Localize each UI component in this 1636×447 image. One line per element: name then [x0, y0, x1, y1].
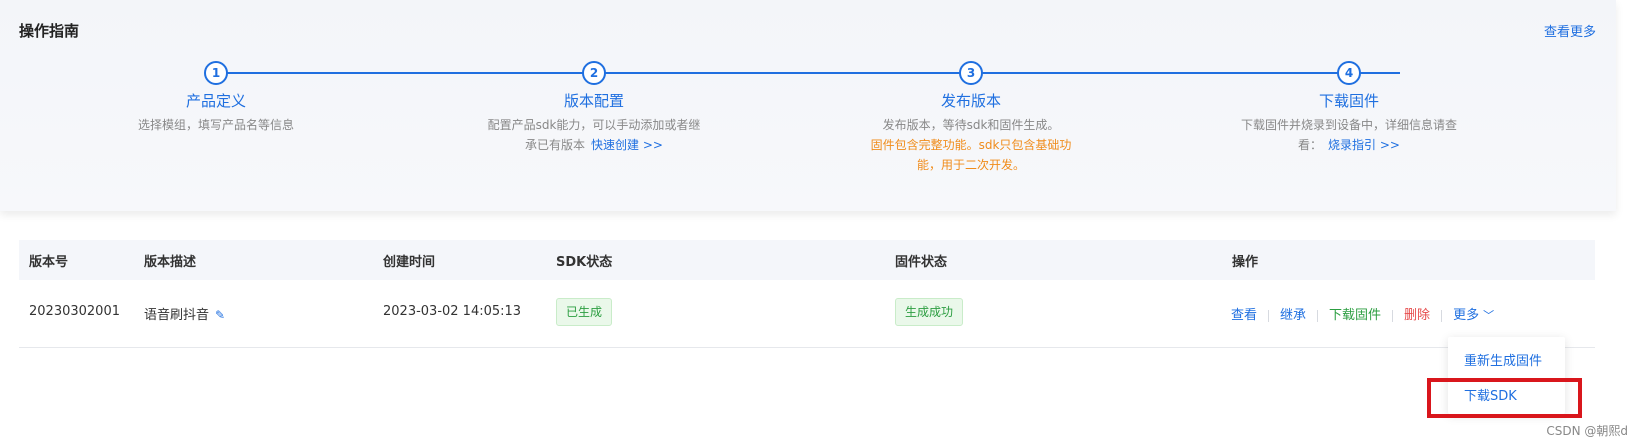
description-text: 语音刷抖音	[144, 308, 210, 323]
column-header: 创建时间	[383, 255, 436, 270]
step-number: 2	[582, 61, 606, 85]
step-note: 能，用于二次开发。	[916, 158, 1025, 172]
step-title: 发布版本	[940, 92, 1001, 110]
download-firmware-button[interactable]: 下载固件	[1329, 308, 1381, 323]
row-actions: 查看 继承 下载固件 删除 更多 ﹀	[1231, 304, 1494, 323]
quick-create-link[interactable]: 快速创建 >>	[591, 138, 663, 152]
table-header: 版本号 版本描述 创建时间 SDK状态 固件状态 操作	[19, 240, 1595, 280]
step-desc-line: 看： 烧录指引 >>	[1199, 135, 1499, 155]
column-header: 版本描述	[144, 255, 197, 270]
step-desc: 发布版本，等待sdk和固件生成。	[882, 118, 1060, 132]
step-number: 4	[1337, 61, 1361, 85]
edit-icon[interactable]: ✎	[215, 308, 225, 322]
view-button[interactable]: 查看	[1231, 308, 1257, 323]
divider	[1441, 309, 1443, 322]
regenerate-firmware-item[interactable]: 重新生成固件	[1464, 350, 1542, 369]
step-title: 版本配置	[563, 92, 624, 110]
step-desc: 配置产品sdk能力，可以手动添加或者继 承已有版本 快速创建 >>	[444, 115, 744, 155]
view-more-link[interactable]: 查看更多	[1544, 21, 1596, 40]
created-time-cell: 2023-03-02 14:05:13	[383, 304, 522, 319]
version-cell: 20230302001	[29, 304, 120, 319]
step-number: 3	[959, 61, 983, 85]
delete-button[interactable]: 删除	[1404, 308, 1430, 323]
more-label: 更多	[1453, 308, 1480, 323]
step-2: 2 版本配置 配置产品sdk能力，可以手动添加或者继 承已有版本 快速创建 >>	[444, 61, 744, 155]
version-table: 版本号 版本描述 创建时间 SDK状态 固件状态 操作 20230302001 …	[19, 240, 1595, 348]
step-desc-line: 下载固件并烧录到设备中，详细信息请查	[1240, 118, 1457, 132]
step-desc: 选择模组，填写产品名等信息	[137, 118, 294, 132]
step-desc-line: 配置产品sdk能力，可以手动添加或者继	[487, 118, 701, 132]
step-desc-line: 承已有版本 快速创建 >>	[444, 135, 744, 155]
step-title: 下载固件	[1318, 92, 1379, 110]
step-1: 1 产品定义 选择模组，填写产品名等信息	[66, 61, 366, 135]
divider	[1392, 309, 1394, 322]
sdk-status-badge: 已生成	[556, 298, 613, 326]
column-header: 固件状态	[895, 255, 948, 270]
step-desc-text: 承已有版本	[525, 138, 586, 152]
step-number: 1	[204, 61, 228, 85]
operation-guide-panel: 操作指南 查看更多 1 产品定义 选择模组，填写产品名等信息 2 版本配置 配置…	[0, 0, 1616, 211]
step-desc: 下载固件并烧录到设备中，详细信息请查 看： 烧录指引 >>	[1199, 115, 1499, 155]
column-header: 操作	[1232, 255, 1259, 270]
table-row: 20230302001 语音刷抖音 ✎ 2023-03-02 14:05:13 已…	[19, 280, 1595, 348]
divider	[1317, 309, 1319, 322]
column-header: 版本号	[29, 255, 69, 270]
step-title: 产品定义	[185, 92, 246, 110]
firmware-status-badge: 生成成功	[895, 298, 964, 326]
chevron-down-icon: ﹀	[1483, 309, 1495, 322]
flash-guide-link[interactable]: 烧录指引 >>	[1328, 138, 1400, 152]
step-note: 固件包含完整功能。sdk只包含基础功	[870, 138, 1072, 152]
step-4: 4 下载固件 下载固件并烧录到设备中，详细信息请查 看： 烧录指引 >>	[1199, 61, 1499, 155]
step-desc-text: 看：	[1298, 138, 1323, 152]
guide-title: 操作指南	[19, 22, 80, 40]
watermark: CSDN @朝熙d	[1546, 424, 1628, 438]
highlight-box	[1427, 378, 1582, 418]
column-header: SDK状态	[556, 255, 613, 270]
inherit-button[interactable]: 继承	[1280, 308, 1306, 323]
step-3: 3 发布版本 发布版本，等待sdk和固件生成。 固件包含完整功能。sdk只包含基…	[821, 61, 1121, 175]
more-dropdown-button[interactable]: 更多 ﹀	[1453, 308, 1494, 323]
description-cell: 语音刷抖音 ✎	[144, 304, 225, 323]
divider	[1268, 309, 1270, 322]
